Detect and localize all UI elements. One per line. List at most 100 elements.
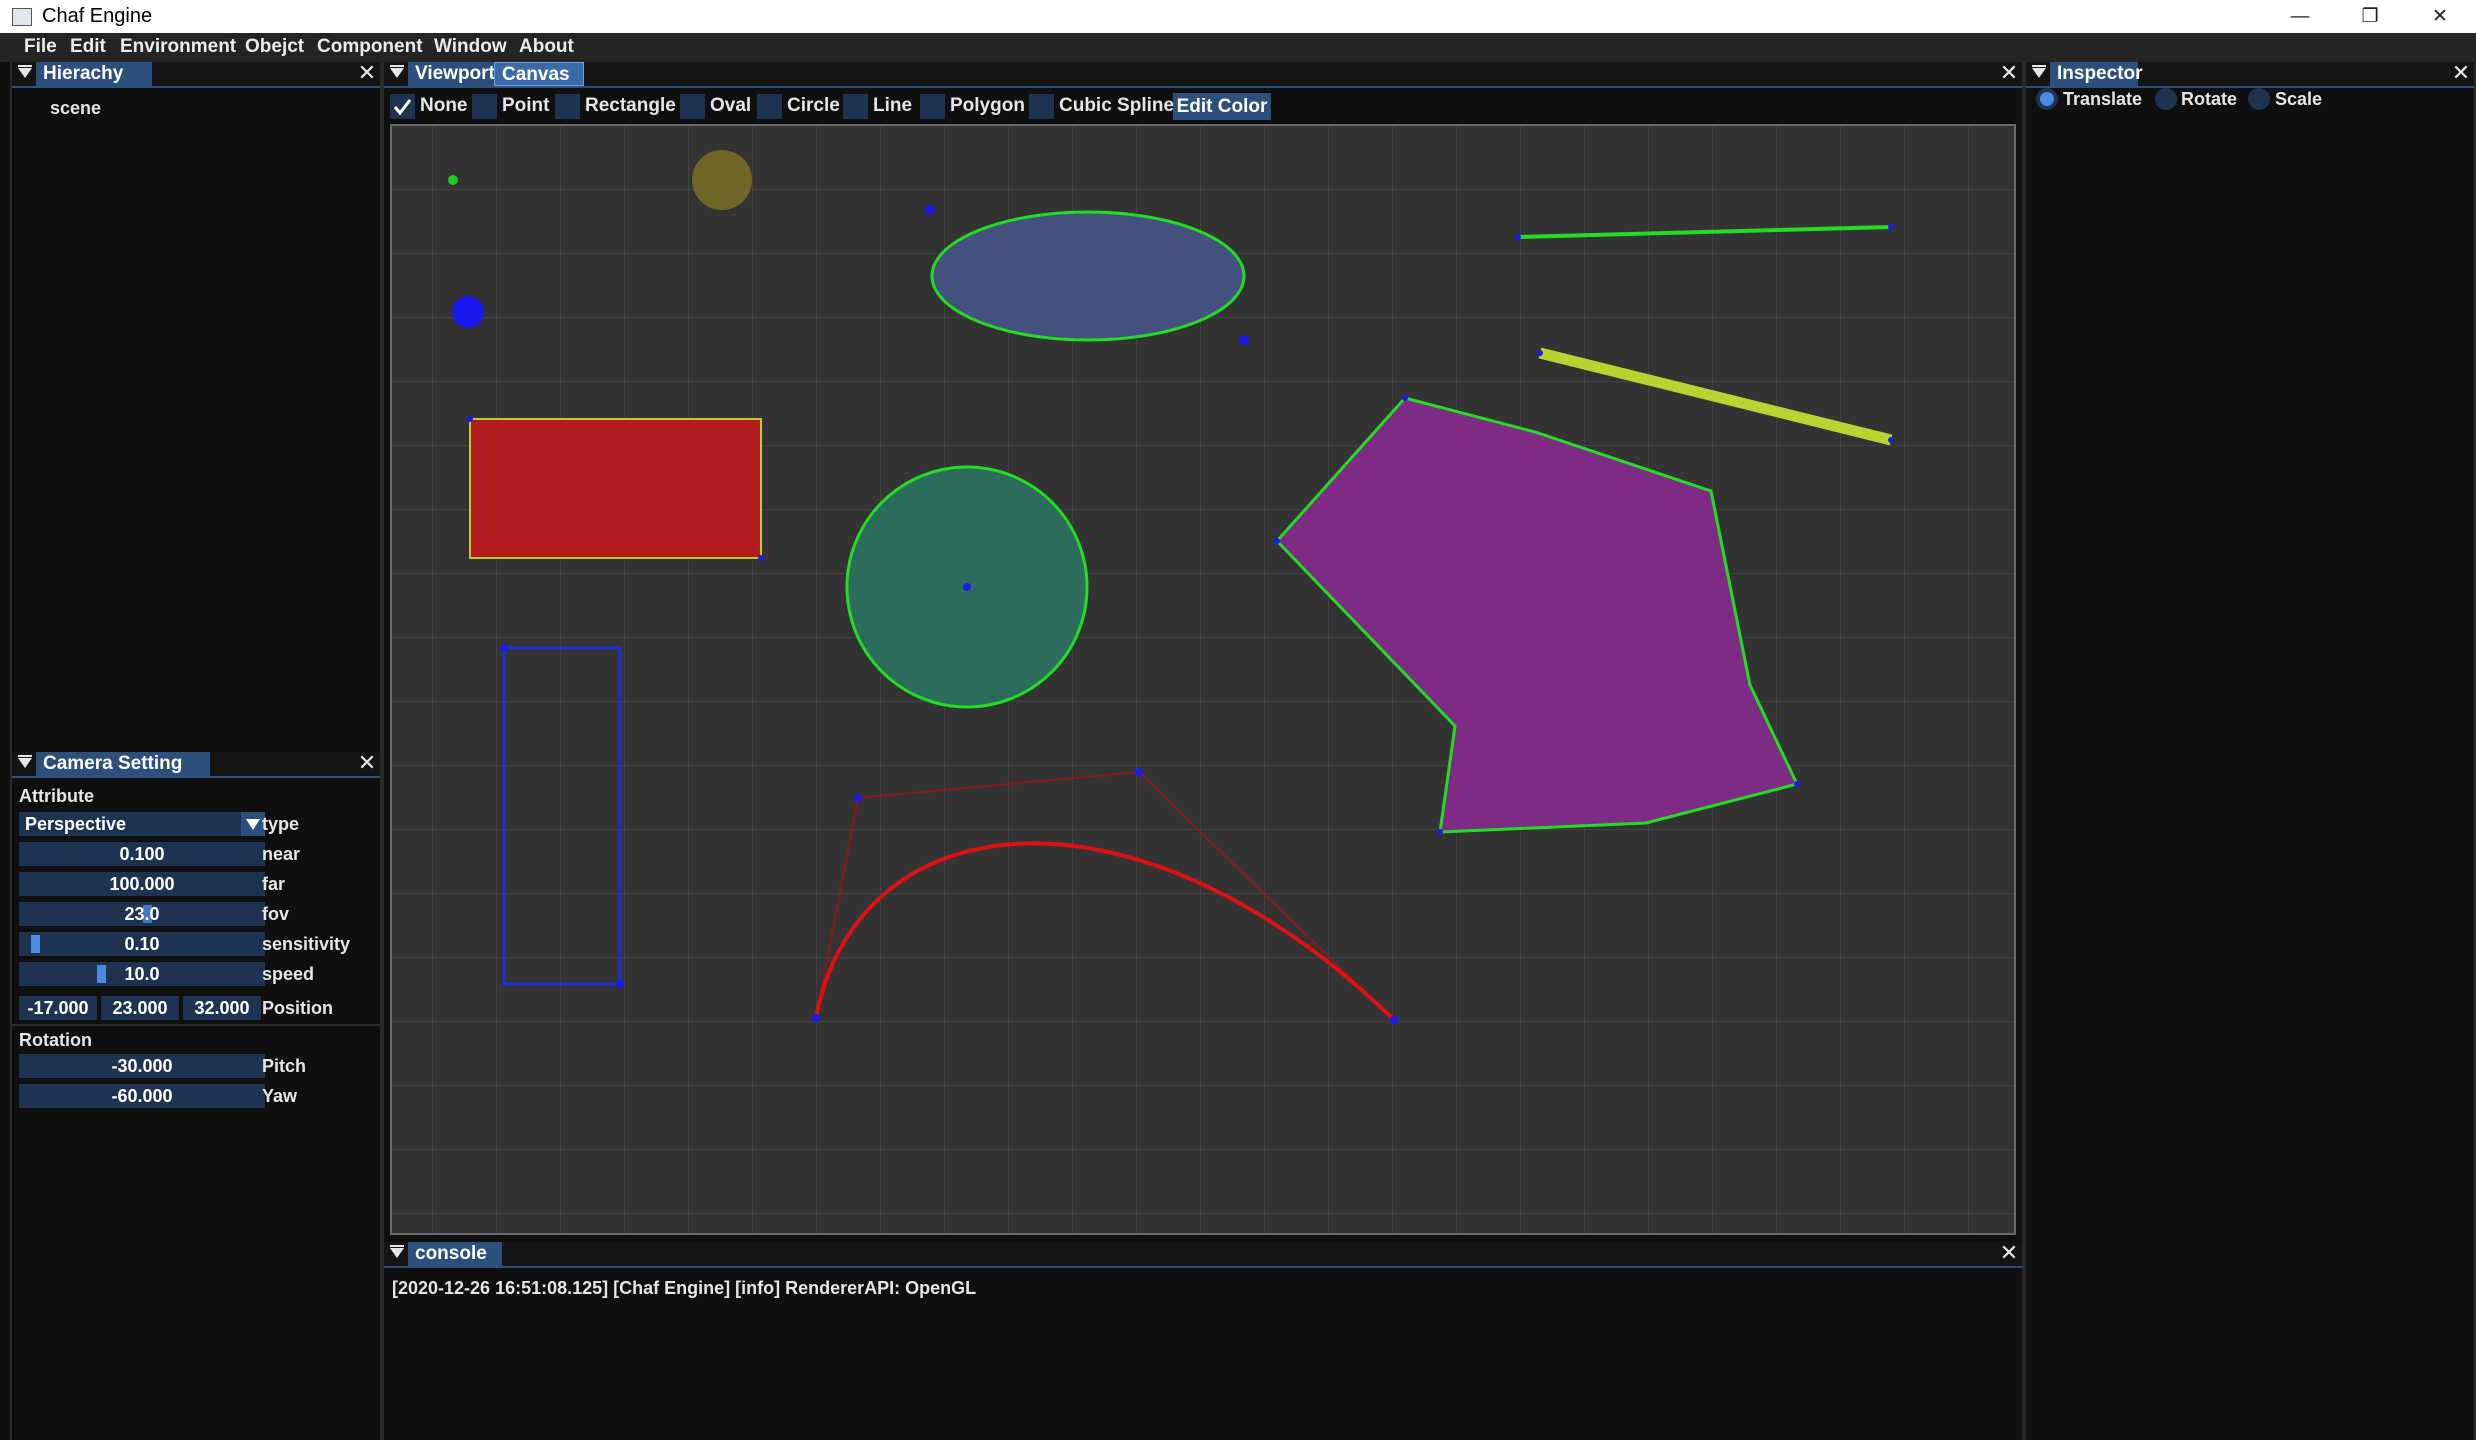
sensitivity-label: sensitivity [262, 934, 351, 954]
speed-label: speed [262, 964, 315, 984]
close-icon: ✕ [2432, 6, 2448, 27]
window-titlebar: Chaf Engine — ❐ ✕ [0, 0, 2476, 33]
hierarchy-tabbar: Hierachy ✕ [12, 62, 380, 88]
tool-line-checkbox[interactable] [843, 94, 868, 119]
canvas-svg[interactable] [392, 126, 2014, 1233]
menu-object[interactable]: Obejct [245, 36, 304, 58]
tool-line-label[interactable]: Line [873, 95, 912, 117]
camera-type-select[interactable]: Perspective [19, 812, 265, 836]
speed-value: 10.0 [124, 964, 160, 984]
yaw-field[interactable]: -60.000 [19, 1084, 265, 1108]
rotation-header: Rotation [19, 1030, 92, 1050]
console-tabbar: console ✕ [384, 1242, 2022, 1268]
menu-bar: File Edit Environment Obejct Component W… [0, 33, 2476, 62]
speed-slider-grab[interactable] [97, 965, 106, 983]
tool-cubic-spline-checkbox[interactable] [1029, 94, 1054, 119]
tool-oval-checkbox[interactable] [680, 94, 705, 119]
collapse-arrow-icon[interactable] [2032, 65, 2046, 78]
pitch-label: Pitch [262, 1056, 307, 1076]
tab-canvas[interactable]: Canvas [494, 62, 584, 86]
inspector-panel: Inspector ✕ [2024, 62, 2476, 1440]
tool-point-checkbox[interactable] [472, 94, 497, 119]
collapse-arrow-icon[interactable] [18, 65, 32, 78]
tool-none-label[interactable]: None [420, 95, 468, 117]
canvas-point-green[interactable] [448, 175, 458, 185]
window-title: Chaf Engine [42, 5, 153, 27]
tool-circle-checkbox[interactable] [757, 94, 782, 119]
restore-button[interactable]: ❐ [2335, 0, 2405, 33]
minimize-button[interactable]: — [2265, 0, 2335, 33]
menu-component[interactable]: Component [317, 36, 423, 58]
tool-circle-label[interactable]: Circle [787, 95, 840, 117]
far-field[interactable]: 100.000 [19, 872, 265, 896]
position-x-field[interactable]: -17.000 [19, 996, 97, 1020]
close-camera-icon[interactable]: ✕ [357, 752, 377, 774]
position-y-field[interactable]: 23.000 [101, 996, 179, 1020]
menu-about[interactable]: About [519, 36, 574, 58]
tool-rectangle-label[interactable]: Rectangle [585, 95, 676, 117]
canvas-rectangle-red[interactable] [469, 418, 762, 559]
tool-polygon-checkbox[interactable] [920, 94, 945, 119]
translate-radio[interactable] [2036, 88, 2058, 110]
tab-console[interactable]: console [408, 1242, 502, 1266]
translate-label[interactable]: Translate [2063, 89, 2142, 110]
tree-item-scene[interactable]: scene [50, 98, 101, 119]
drawing-canvas[interactable] [390, 124, 2016, 1235]
speed-slider[interactable]: 10.0 [19, 962, 265, 986]
fov-value: 23.0 [124, 904, 160, 924]
close-viewport-icon[interactable]: ✕ [1999, 62, 2019, 84]
tab-hierarchy[interactable]: Hierachy [36, 62, 152, 86]
canvas-circle-olive[interactable] [692, 150, 752, 210]
camera-setting-panel: Camera Setting ✕ Attribute Perspective t… [10, 752, 382, 1440]
restore-icon: ❐ [2361, 6, 2379, 27]
divider [12, 1024, 380, 1026]
tool-cubic-spline-label[interactable]: Cubic Spline [1059, 95, 1174, 117]
type-label: type [262, 814, 300, 834]
canvas-point-blue[interactable] [1239, 335, 1249, 345]
scale-label[interactable]: Scale [2275, 89, 2322, 110]
rotate-label[interactable]: Rotate [2181, 89, 2237, 110]
tool-oval-label[interactable]: Oval [710, 95, 751, 117]
close-console-icon[interactable]: ✕ [1999, 1242, 2019, 1264]
collapse-arrow-icon[interactable] [390, 65, 404, 78]
menu-edit[interactable]: Edit [70, 36, 106, 58]
position-z-field[interactable]: 32.000 [183, 996, 261, 1020]
app-icon [12, 8, 32, 26]
tool-none-checkbox[interactable] [390, 94, 415, 119]
attribute-header: Attribute [19, 786, 94, 806]
menu-file[interactable]: File [24, 36, 57, 58]
sensitivity-value: 0.10 [124, 934, 160, 954]
console-panel: console ✕ [2020-12-26 16:51:08.125] [Cha… [382, 1242, 2024, 1440]
tab-inspector[interactable]: Inspector [2050, 62, 2143, 86]
near-label: near [262, 844, 301, 864]
canvas-point-blue[interactable] [925, 205, 935, 215]
rotate-radio[interactable] [2155, 88, 2177, 110]
close-window-button[interactable]: ✕ [2405, 0, 2475, 33]
console-log-line: [2020-12-26 16:51:08.125] [Chaf Engine] … [392, 1278, 977, 1298]
tool-point-label[interactable]: Point [502, 95, 550, 117]
checkmark-icon [393, 99, 412, 116]
close-hierarchy-icon[interactable]: ✕ [357, 62, 377, 84]
canvas-oval[interactable] [930, 210, 1246, 342]
scale-radio[interactable] [2248, 88, 2270, 110]
far-label: far [262, 874, 286, 894]
circle-center-point[interactable] [963, 583, 971, 591]
close-inspector-icon[interactable]: ✕ [2451, 62, 2471, 84]
edit-color-button[interactable]: Edit Color [1173, 93, 1271, 120]
tab-camera-setting[interactable]: Camera Setting [36, 752, 210, 776]
camera-type-value: Perspective [25, 814, 127, 834]
collapse-arrow-icon[interactable] [390, 1245, 404, 1258]
near-field[interactable]: 0.100 [19, 842, 265, 866]
menu-environment[interactable]: Environment [120, 36, 236, 58]
pitch-field[interactable]: -30.000 [19, 1054, 265, 1078]
sensitivity-slider-grab[interactable] [31, 935, 40, 953]
fov-field[interactable]: 23.0 [19, 902, 265, 926]
sensitivity-slider[interactable]: 0.10 [19, 932, 265, 956]
position-label: Position [262, 998, 333, 1018]
tool-rectangle-checkbox[interactable] [555, 94, 580, 119]
collapse-arrow-icon[interactable] [18, 755, 32, 768]
menu-window[interactable]: Window [434, 36, 507, 58]
tool-polygon-label[interactable]: Polygon [950, 95, 1025, 117]
yaw-label: Yaw [262, 1086, 298, 1106]
canvas-circle-blue[interactable] [452, 296, 484, 328]
